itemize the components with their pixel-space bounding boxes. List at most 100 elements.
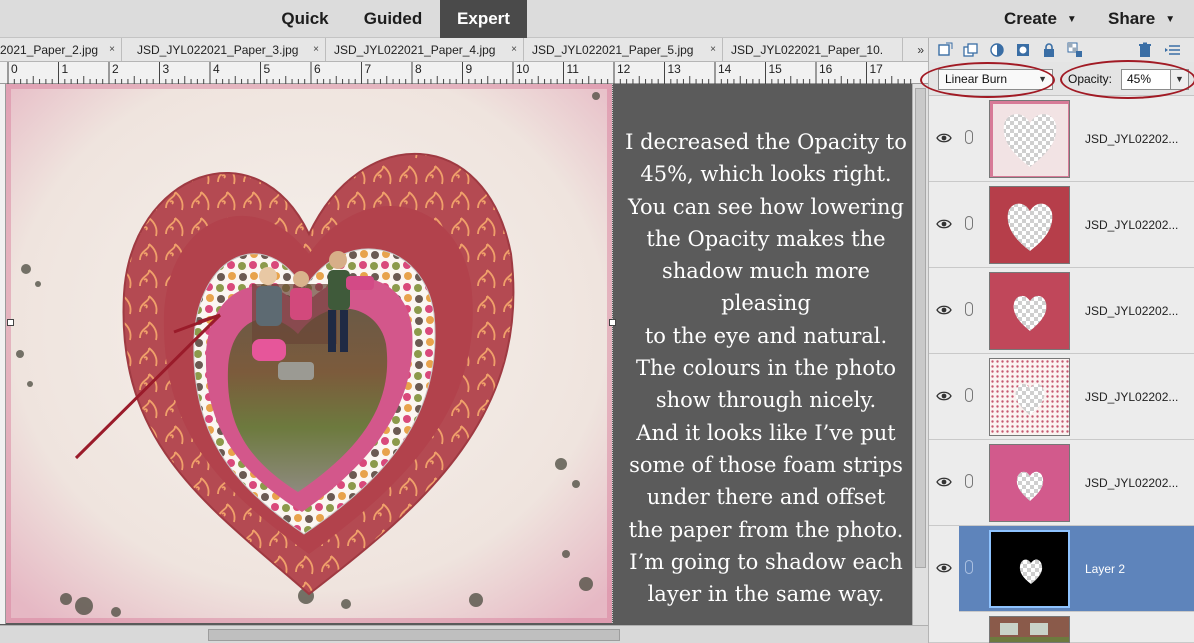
layer-thumbnail bbox=[989, 186, 1070, 264]
chevron-down-icon: ▼ bbox=[1066, 13, 1077, 25]
close-tab-icon[interactable]: × bbox=[710, 38, 716, 61]
eye-icon[interactable] bbox=[936, 562, 952, 574]
doc-tab[interactable]: JSD_JYL022021_Paper_10. bbox=[723, 38, 903, 61]
ruler-label: 4 bbox=[213, 62, 220, 76]
transform-handle[interactable] bbox=[7, 319, 14, 326]
ruler-label: 11 bbox=[567, 62, 580, 76]
doc-tab[interactable]: JSD_JYL022021_Paper_4.jpg × bbox=[326, 38, 524, 61]
layer-row[interactable]: JSD_JYL02202... bbox=[929, 354, 1194, 440]
annotation-circle-opacity bbox=[1060, 60, 1194, 99]
layer-thumbnail bbox=[989, 100, 1070, 178]
layer-thumbnail bbox=[989, 444, 1070, 522]
mode-tab-quick[interactable]: Quick bbox=[266, 0, 344, 38]
eye-icon[interactable] bbox=[936, 476, 952, 488]
ruler-label: 6 bbox=[314, 62, 321, 76]
vertical-scroll-thumb[interactable] bbox=[915, 88, 926, 568]
link-icon[interactable] bbox=[965, 474, 973, 488]
close-tab-icon[interactable]: × bbox=[109, 38, 115, 61]
ruler-label: 3 bbox=[163, 62, 170, 76]
layer-name: JSD_JYL02202... bbox=[1085, 132, 1179, 146]
doc-tab-label: JSD_JYL022021_Paper_10. bbox=[731, 43, 884, 57]
adjustment-layer-icon[interactable] bbox=[989, 42, 1005, 58]
mode-tab-guided[interactable]: Guided bbox=[352, 0, 434, 38]
eye-icon[interactable] bbox=[936, 218, 952, 230]
layer-row[interactable] bbox=[929, 612, 1194, 643]
layer-mask-icon[interactable] bbox=[1015, 42, 1031, 58]
panel-menu-icon[interactable] bbox=[1165, 42, 1181, 58]
layer-thumbnail bbox=[989, 272, 1070, 350]
ruler-label: 16 bbox=[819, 62, 833, 76]
ruler-label: 12 bbox=[617, 62, 631, 76]
create-label: Create bbox=[1004, 9, 1057, 28]
ruler-label: 10 bbox=[516, 62, 530, 76]
doc-tab[interactable]: 2021_Paper_2.jpg × bbox=[0, 38, 122, 61]
ruler-label: 2 bbox=[112, 62, 119, 76]
lock-transparent-icon[interactable] bbox=[1067, 42, 1083, 58]
layer-row[interactable]: JSD_JYL02202... bbox=[929, 182, 1194, 268]
share-menu[interactable]: Share ▼ bbox=[1108, 0, 1175, 38]
layer-row[interactable]: JSD_JYL02202... bbox=[929, 268, 1194, 354]
lock-icon[interactable] bbox=[1041, 42, 1057, 58]
visibility-column bbox=[929, 96, 959, 182]
tab-overflow-icon[interactable]: » bbox=[917, 38, 924, 61]
app-window: Quick Guided Expert Create ▼ Share ▼ 2021_… bbox=[0, 0, 1194, 643]
ruler-label: 15 bbox=[769, 62, 783, 76]
scrapbook-artwork bbox=[6, 84, 612, 623]
transform-handle[interactable] bbox=[609, 319, 616, 326]
link-icon[interactable] bbox=[965, 216, 973, 230]
caption-text: I decreased the Opacity to 45%, which lo… bbox=[625, 130, 907, 607]
canvas-area[interactable]: I decreased the Opacity to 45%, which lo… bbox=[6, 84, 928, 625]
trash-icon[interactable] bbox=[1137, 42, 1153, 58]
link-icon[interactable] bbox=[965, 388, 973, 402]
ruler-label: 1 bbox=[62, 62, 69, 76]
close-tab-icon[interactable]: × bbox=[313, 38, 319, 61]
layer-row[interactable]: JSD_JYL02202... bbox=[929, 440, 1194, 526]
ruler-label: 0 bbox=[11, 62, 18, 76]
visibility-column bbox=[929, 354, 959, 440]
close-tab-icon[interactable]: × bbox=[511, 38, 517, 61]
eye-icon[interactable] bbox=[936, 132, 952, 144]
doc-tab-label: JSD_JYL022021_Paper_4.jpg bbox=[334, 43, 496, 57]
horizontal-scroll-thumb[interactable] bbox=[208, 629, 620, 641]
layer-thumbnail bbox=[989, 616, 1070, 643]
ruler-label: 7 bbox=[365, 62, 372, 76]
scrapbook-page[interactable] bbox=[6, 84, 612, 623]
eye-icon[interactable] bbox=[936, 390, 952, 402]
mode-bar: Quick Guided Expert Create ▼ Share ▼ bbox=[0, 0, 1194, 38]
create-menu[interactable]: Create ▼ bbox=[1004, 0, 1077, 38]
layer-name: Layer 2 bbox=[1085, 562, 1126, 576]
layer-thumbnail bbox=[989, 530, 1070, 608]
ruler-ticks: 0 1 2 3 4 5 6 7 8 9 10 11 12 13 14 15 16 17 bbox=[7, 62, 912, 84]
new-layer-icon[interactable] bbox=[937, 42, 953, 58]
ruler-label: 8 bbox=[415, 62, 422, 76]
mode-tab-expert[interactable]: Expert bbox=[440, 0, 527, 38]
doc-tab-label: JSD_JYL022021_Paper_5.jpg bbox=[532, 43, 694, 57]
layer-name: JSD_JYL02202... bbox=[1085, 304, 1179, 318]
horizontal-scrollbar[interactable] bbox=[0, 625, 928, 643]
caption-text-layer[interactable]: I decreased the Opacity to 45%, which lo… bbox=[609, 84, 918, 623]
doc-tab[interactable]: JSD_JYL022021_Paper_3.jpg × bbox=[129, 38, 326, 61]
doc-tab-label: 2021_Paper_2.jpg bbox=[0, 43, 99, 57]
annotation-circle-blend bbox=[920, 62, 1055, 98]
visibility-column bbox=[929, 440, 959, 526]
link-icon[interactable] bbox=[965, 560, 973, 574]
link-icon[interactable] bbox=[965, 302, 973, 316]
layer-row[interactable]: JSD_JYL02202... bbox=[929, 96, 1194, 182]
doc-tab[interactable]: JSD_JYL022021_Paper_5.jpg × bbox=[524, 38, 723, 61]
ruler-label: 14 bbox=[718, 62, 732, 76]
new-group-icon[interactable] bbox=[963, 42, 979, 58]
ruler-label: 9 bbox=[466, 62, 473, 76]
ruler-label: 17 bbox=[870, 62, 884, 76]
layer-name: JSD_JYL02202... bbox=[1085, 218, 1179, 232]
eye-icon[interactable] bbox=[936, 304, 952, 316]
ruler-label: 13 bbox=[668, 62, 682, 76]
link-icon[interactable] bbox=[965, 130, 973, 144]
layers-panel: Linear Burn ▼ Opacity: 45% ▼ JSD_JYL02202… bbox=[920, 38, 1194, 643]
ruler-label: 5 bbox=[264, 62, 271, 76]
horizontal-ruler: 0 1 2 3 4 5 6 7 8 9 10 11 12 13 14 15 16 17 bbox=[0, 62, 928, 84]
layer-row-selected[interactable]: Layer 2 bbox=[929, 526, 1194, 612]
chevron-down-icon: ▼ bbox=[1165, 13, 1176, 25]
vertical-scrollbar[interactable] bbox=[912, 84, 928, 625]
layer-name: JSD_JYL02202... bbox=[1085, 476, 1179, 490]
document-tabs: 2021_Paper_2.jpg × JSD_JYL022021_Paper_3.… bbox=[0, 38, 928, 62]
